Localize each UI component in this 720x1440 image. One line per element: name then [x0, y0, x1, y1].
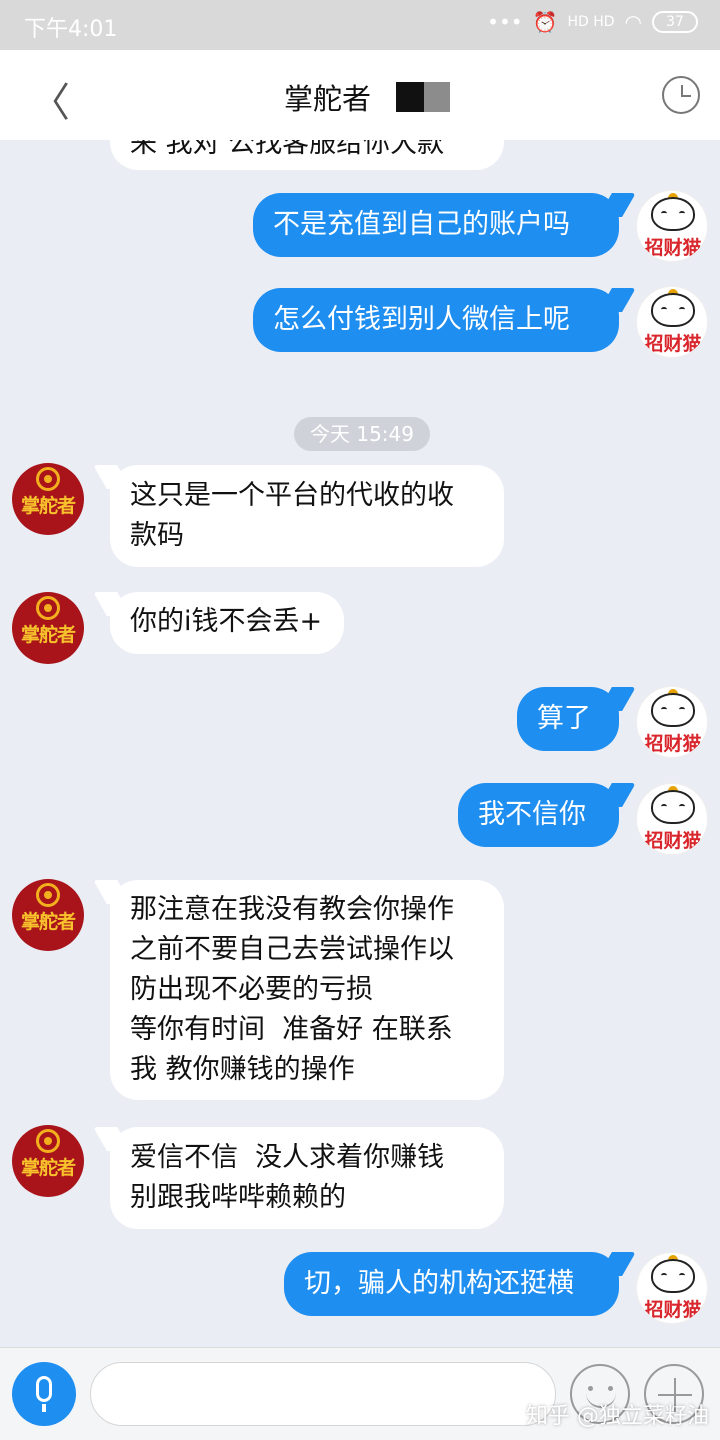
user-avatar[interactable]: 招财猫: [636, 286, 708, 358]
message-incoming[interactable]: 来 我对 公找客服给你大款: [110, 140, 504, 170]
battery-icon: 37: [652, 11, 698, 33]
message-text-line: 我 教你赚钱的操作: [130, 1054, 355, 1085]
message-incoming[interactable]: 爱信不信 没人求着你赚钱 别跟我哔哔赖赖的: [110, 1127, 504, 1229]
ship-wheel-icon: [36, 1129, 60, 1153]
voice-input-button[interactable]: [12, 1362, 76, 1426]
message-input[interactable]: [90, 1362, 556, 1426]
message-text-line: 这只是一个平台的代收的收: [130, 480, 454, 511]
user-avatar[interactable]: 招财猫: [636, 783, 708, 855]
alarm-icon: ⏰: [532, 10, 558, 34]
redaction-block: [424, 82, 450, 112]
message-outgoing[interactable]: 不是充值到自己的账户吗: [253, 193, 619, 257]
message-outgoing[interactable]: 切，骗人的机构还挺横: [284, 1252, 619, 1316]
status-time: 下午4:01: [24, 17, 118, 42]
message-text-line: 款码: [130, 520, 184, 551]
microphone-icon: [36, 1376, 52, 1402]
message-text: 你的i钱不会丢+: [130, 606, 323, 637]
lucky-cat-icon: [651, 790, 695, 824]
user-avatar[interactable]: 招财猫: [636, 686, 708, 758]
avatar-label: 掌舵者: [20, 624, 76, 646]
timestamp-divider: 今天 15:49: [294, 417, 430, 451]
lucky-cat-icon: [651, 293, 695, 327]
message-text: 我不信你: [478, 799, 586, 830]
microphone-stand: [42, 1404, 46, 1412]
avatar-label: 掌舵者: [20, 1157, 76, 1179]
message-incoming[interactable]: 那注意在我没有教会你操作 之前不要自己去尝试操作以 防出现不必要的亏损 等你有时…: [110, 880, 504, 1100]
avatar-label: 掌舵者: [20, 495, 76, 517]
contact-avatar[interactable]: 掌舵者: [12, 592, 84, 664]
emoji-eye: [588, 1386, 593, 1391]
message-text-line: 那注意在我没有教会你操作: [130, 894, 454, 925]
contact-avatar[interactable]: 掌舵者: [12, 879, 84, 951]
message-outgoing[interactable]: 怎么付钱到别人微信上呢: [253, 288, 619, 352]
more-dots-icon: •••: [487, 10, 523, 34]
avatar-label: 招财猫: [644, 1299, 702, 1321]
avatar-label: 招财猫: [644, 733, 702, 755]
status-bar: 下午4:01 ••• ⏰ HD HD ◠ 37: [0, 0, 720, 50]
message-text-line: 别跟我哔哔赖赖的: [130, 1182, 346, 1213]
emoji-eye: [608, 1386, 613, 1391]
ship-wheel-icon: [36, 467, 60, 491]
message-text: 来 我对 公找客服给你大款: [130, 140, 445, 159]
lucky-cat-icon: [651, 197, 695, 231]
chat-header: 〈 掌舵者: [0, 50, 720, 140]
lucky-cat-icon: [651, 693, 695, 727]
message-text: 不是充值到自己的账户吗: [273, 209, 570, 240]
wifi-icon: ◠: [624, 10, 642, 34]
contact-avatar[interactable]: 掌舵者: [12, 463, 84, 535]
lucky-cat-icon: [651, 1259, 695, 1293]
chat-messages[interactable]: 来 我对 公找客服给你大款 不是充值到自己的账户吗 招财猫 怎么付钱到别人微信上…: [0, 140, 720, 1347]
message-outgoing[interactable]: 我不信你: [458, 783, 619, 847]
user-avatar[interactable]: 招财猫: [636, 1252, 708, 1324]
message-text-line: 等你有时间 准备好 在联系: [130, 1014, 453, 1045]
message-text: 怎么付钱到别人微信上呢: [273, 304, 570, 335]
avatar-label: 掌舵者: [20, 911, 76, 933]
message-text: 切，骗人的机构还挺横: [304, 1268, 574, 1299]
ship-wheel-icon: [36, 596, 60, 620]
message-outgoing[interactable]: 算了: [517, 687, 619, 751]
status-icons: ••• ⏰ HD HD ◠ 37: [487, 10, 698, 34]
message-incoming[interactable]: 你的i钱不会丢+: [110, 592, 344, 654]
redaction-block: [396, 82, 424, 112]
ship-wheel-icon: [36, 883, 60, 907]
avatar-label: 招财猫: [644, 333, 702, 355]
message-text-line: 爱信不信 没人求着你赚钱: [130, 1142, 445, 1173]
message-text-line: 防出现不必要的亏损: [130, 974, 373, 1005]
chat-title: 掌舵者: [284, 82, 372, 116]
avatar-label: 招财猫: [644, 830, 702, 852]
message-text-line: 之前不要自己去尝试操作以: [130, 934, 454, 965]
history-clock-icon[interactable]: [662, 76, 700, 114]
back-icon[interactable]: 〈: [30, 70, 70, 128]
message-text: 算了: [537, 703, 591, 734]
user-avatar[interactable]: 招财猫: [636, 190, 708, 262]
avatar-label: 招财猫: [644, 237, 702, 259]
watermark: 知乎 @独立菜籽油: [526, 1404, 709, 1429]
message-incoming[interactable]: 这只是一个平台的代收的收 款码: [110, 465, 504, 567]
signal-icon: HD HD: [567, 14, 615, 30]
contact-avatar[interactable]: 掌舵者: [12, 1125, 84, 1197]
